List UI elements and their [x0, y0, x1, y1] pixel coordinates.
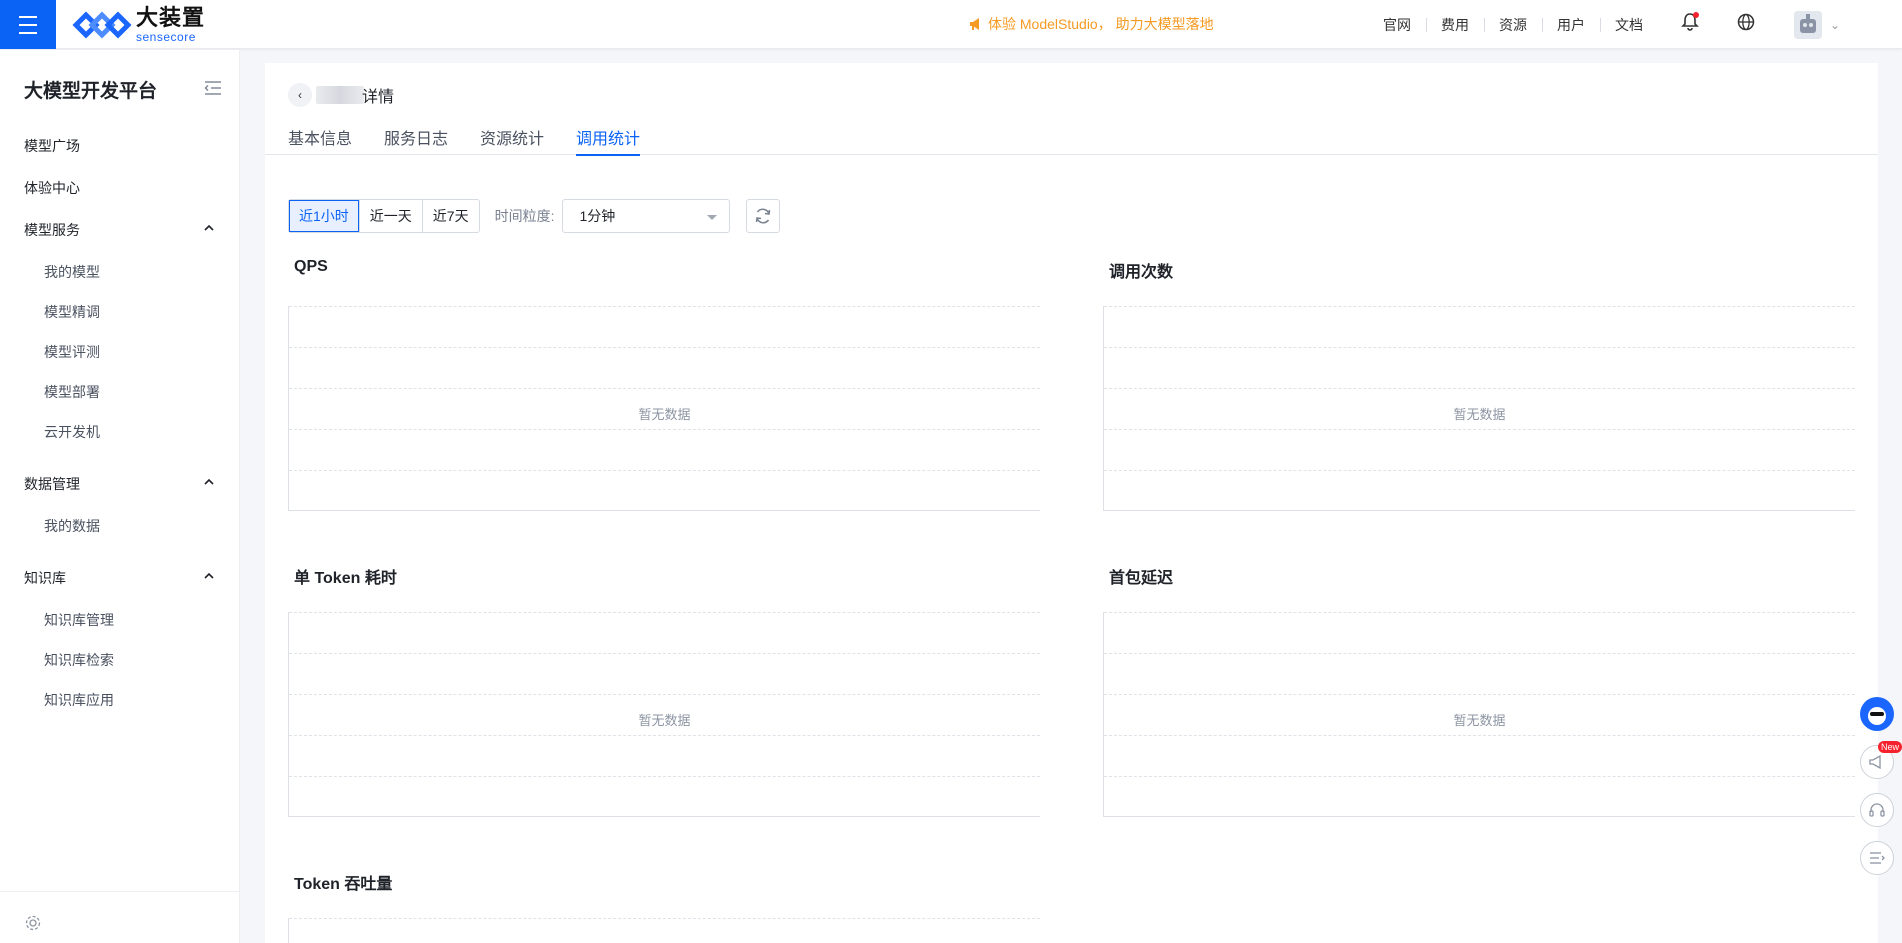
range-7d-button[interactable]: 近7天	[421, 200, 479, 232]
tab-call-stats[interactable]: 调用统计	[576, 125, 641, 156]
caret-down-icon	[707, 215, 718, 220]
chevron-up-icon	[204, 224, 214, 231]
granularity-label: 时间粒度:	[494, 208, 555, 224]
empty-state-text: 暂无数据	[1453, 407, 1506, 422]
tab-service-logs[interactable]: 服务日志	[384, 125, 448, 155]
refresh-button[interactable]	[746, 199, 781, 233]
granularity-value: 1分钟	[579, 208, 616, 224]
menu-icon[interactable]	[0, 0, 56, 49]
sidebar-footer	[0, 891, 240, 943]
sidebar-item-model-service[interactable]: 模型服务	[24, 220, 214, 240]
refresh-icon	[756, 208, 771, 224]
sidebar-item-deploy[interactable]: 模型部署	[44, 382, 100, 402]
sidebar-item-experience-center[interactable]: 体验中心	[24, 178, 214, 198]
notification-bell[interactable]	[1680, 12, 1700, 37]
chevron-up-icon	[204, 572, 214, 579]
assistant-bot-button[interactable]	[1860, 697, 1894, 731]
page-title: 详情	[362, 89, 395, 106]
chevron-up-icon	[204, 478, 214, 485]
sidebar-item-data-management[interactable]: 数据管理	[24, 474, 214, 494]
logo[interactable]: 大装置 sensecore	[72, 6, 205, 44]
nav-link-billing[interactable]: 费用	[1426, 15, 1484, 35]
top-nav: 官网 费用 资源 用户 文档	[1368, 0, 1658, 49]
chart-title-qps: QPS	[294, 258, 328, 275]
filter-bar: 近1小时 近一天 近7天 时间粒度: 1分钟	[288, 199, 781, 233]
globe-icon	[1737, 13, 1755, 31]
sidebar-title: 大模型开发平台	[24, 81, 158, 102]
range-1d-button[interactable]: 近一天	[358, 200, 422, 232]
robot-avatar-icon	[1794, 10, 1822, 39]
logo-title: 大装置	[136, 5, 206, 30]
sidebar-item-kb-search[interactable]: 知识库检索	[44, 650, 114, 670]
chart-title-token-latency: 单 Token 耗时	[294, 570, 397, 587]
promo-text: 体验 ModelStudio， 助力大模型落地	[988, 16, 1214, 32]
chart-title-call-count: 调用次数	[1109, 264, 1174, 281]
page-header: ‹ 详情	[288, 83, 394, 107]
chart-token-throughput	[288, 918, 1040, 943]
nav-link-docs[interactable]: 文档	[1600, 15, 1658, 35]
chart-call-count: 暂无数据	[1103, 306, 1855, 511]
tab-basic-info[interactable]: 基本信息	[288, 125, 352, 155]
sidebar-item-knowledge-base[interactable]: 知识库	[24, 568, 214, 588]
back-button[interactable]: ‹	[288, 83, 312, 107]
assistant-bot-icon	[1863, 700, 1891, 728]
nav-link-official[interactable]: 官网	[1368, 15, 1426, 35]
sidebar-item-evaluate[interactable]: 模型评测	[44, 342, 100, 362]
chart-title-first-packet-latency: 首包延迟	[1109, 570, 1174, 587]
granularity-select[interactable]: 1分钟	[562, 199, 731, 233]
megaphone-icon	[1869, 754, 1881, 770]
chart-qps: 暂无数据	[288, 306, 1040, 511]
megaphone-icon	[970, 18, 979, 30]
sidebar-item-model-plaza[interactable]: 模型广场	[24, 136, 214, 156]
nav-link-users[interactable]: 用户	[1542, 15, 1600, 35]
tab-bar: 基本信息 服务日志 资源统计 调用统计	[265, 125, 1878, 156]
language-switch[interactable]	[1736, 12, 1756, 37]
gear-icon[interactable]	[24, 914, 42, 932]
sidebar-item-label: 知识库	[24, 570, 66, 586]
sidebar-item-my-models[interactable]: 我的模型	[44, 262, 100, 282]
collapse-float-button[interactable]	[1860, 841, 1894, 875]
chart-token-latency: 暂无数据	[288, 612, 1040, 817]
collapse-sidebar-icon[interactable]	[204, 80, 222, 96]
chart-title-token-throughput: Token 吞吐量	[294, 876, 393, 893]
main-panel: ‹ 详情 基本信息 服务日志 资源统计 调用统计 近1小时 近一天 近7天 时间…	[265, 63, 1878, 943]
logo-subtitle: sensecore	[136, 30, 196, 44]
sidebar-item-label: 数据管理	[24, 476, 80, 492]
sidebar-item-kb-manage[interactable]: 知识库管理	[44, 610, 114, 630]
empty-state-text: 暂无数据	[1453, 713, 1506, 728]
logo-mark-icon	[72, 11, 132, 39]
masked-service-name	[316, 86, 364, 104]
top-header: 大装置 sensecore 体验 ModelStudio， 助力大模型落地 官网…	[0, 0, 1902, 49]
new-badge: New	[1878, 741, 1902, 753]
avatar[interactable]	[1794, 10, 1822, 39]
time-range-group: 近1小时 近一天 近7天	[288, 199, 480, 233]
customer-support-button[interactable]	[1860, 793, 1894, 827]
empty-state-text: 暂无数据	[638, 713, 691, 728]
chevron-down-icon[interactable]: ⌄	[1830, 18, 1840, 32]
sidebar-item-my-data[interactable]: 我的数据	[44, 516, 100, 536]
chart-first-packet-latency: 暂无数据	[1103, 612, 1855, 817]
sidebar-item-kb-apps[interactable]: 知识库应用	[44, 690, 114, 710]
sidebar-item-cloud-dev[interactable]: 云开发机	[44, 422, 100, 442]
nav-link-resources[interactable]: 资源	[1484, 15, 1542, 35]
sidebar: 大模型开发平台 模型广场 体验中心 模型服务 我的模型 模型精调 模型评测 模型…	[0, 50, 240, 943]
headset-icon	[1869, 803, 1885, 817]
tab-resource-stats[interactable]: 资源统计	[480, 125, 544, 155]
sidebar-item-label: 模型服务	[24, 222, 80, 238]
notification-dot	[1693, 12, 1699, 18]
list-collapse-icon	[1870, 852, 1885, 864]
range-1h-button[interactable]: 近1小时	[289, 200, 359, 232]
empty-state-text: 暂无数据	[638, 407, 691, 422]
sidebar-item-fine-tune[interactable]: 模型精调	[44, 302, 100, 322]
promo-banner[interactable]: 体验 ModelStudio， 助力大模型落地	[968, 14, 1214, 34]
